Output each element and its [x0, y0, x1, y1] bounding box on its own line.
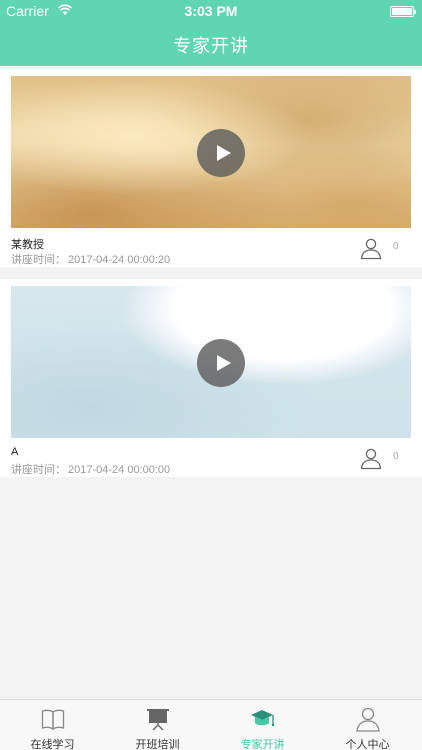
- book-icon: [41, 709, 65, 731]
- lecture-date-label: 讲座时间：: [11, 464, 66, 476]
- status-bar: Carrier 3:03 PM: [0, 0, 422, 22]
- lecture-title: A: [11, 446, 19, 458]
- status-time: 3:03 PM: [184, 3, 238, 19]
- lecture-date-value: 2017-04-24 00:00:20: [68, 254, 171, 266]
- play-button[interactable]: [197, 339, 245, 387]
- tab-label: 专家开讲: [240, 739, 285, 750]
- lecture-date-value: 2017-04-24 00:00:00: [68, 464, 171, 476]
- play-icon: [217, 355, 231, 371]
- lecture-date: 讲座时间： 2017-04-24 00:00:00: [11, 461, 170, 477]
- tab-online-learning[interactable]: 在线学习: [0, 700, 105, 750]
- battery-icon: [390, 6, 416, 17]
- lecture-thumbnail[interactable]: [11, 286, 411, 438]
- lecture-card[interactable]: 某教授 讲座时间： 2017-04-24 00:00:20 0: [0, 69, 422, 267]
- tab-label: 在线学习: [30, 739, 75, 750]
- viewer-count: 0: [393, 451, 399, 462]
- lecture-date-label: 讲座时间：: [11, 254, 66, 266]
- viewer-count: 0: [393, 241, 399, 252]
- lecture-date: 讲座时间： 2017-04-24 00:00:20: [11, 251, 170, 267]
- tab-personal-center[interactable]: 个人中心: [315, 700, 420, 750]
- lecture-thumbnail[interactable]: [11, 76, 411, 228]
- tab-bar: 在线学习 开班培训 专家开讲 个人中心: [0, 699, 422, 750]
- lecture-card[interactable]: A 讲座时间： 2017-04-24 00:00:00 0: [0, 279, 422, 477]
- presentation-board-icon: [147, 709, 169, 731]
- graduation-cap-icon: [251, 710, 275, 727]
- play-icon: [217, 145, 231, 161]
- play-button[interactable]: [197, 129, 245, 177]
- tab-class-training[interactable]: 开班培训: [105, 700, 210, 750]
- tab-expert-lecture[interactable]: 专家开讲: [210, 700, 315, 750]
- tab-label: 个人中心: [345, 739, 390, 750]
- lecture-title: 某教授: [11, 239, 44, 251]
- user-icon[interactable]: [359, 236, 383, 260]
- tab-label: 开班培训: [135, 739, 180, 750]
- top-bar: Carrier 3:03 PM 专家开讲: [0, 0, 422, 66]
- person-icon: [356, 707, 380, 732]
- user-icon[interactable]: [359, 446, 383, 470]
- page-title: 专家开讲: [173, 36, 249, 56]
